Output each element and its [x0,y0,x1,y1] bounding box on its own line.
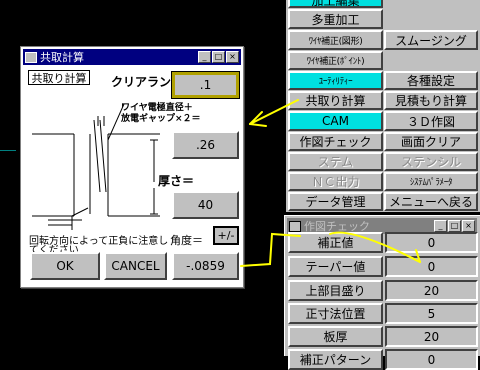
annotation-arrows [240,99,421,267]
